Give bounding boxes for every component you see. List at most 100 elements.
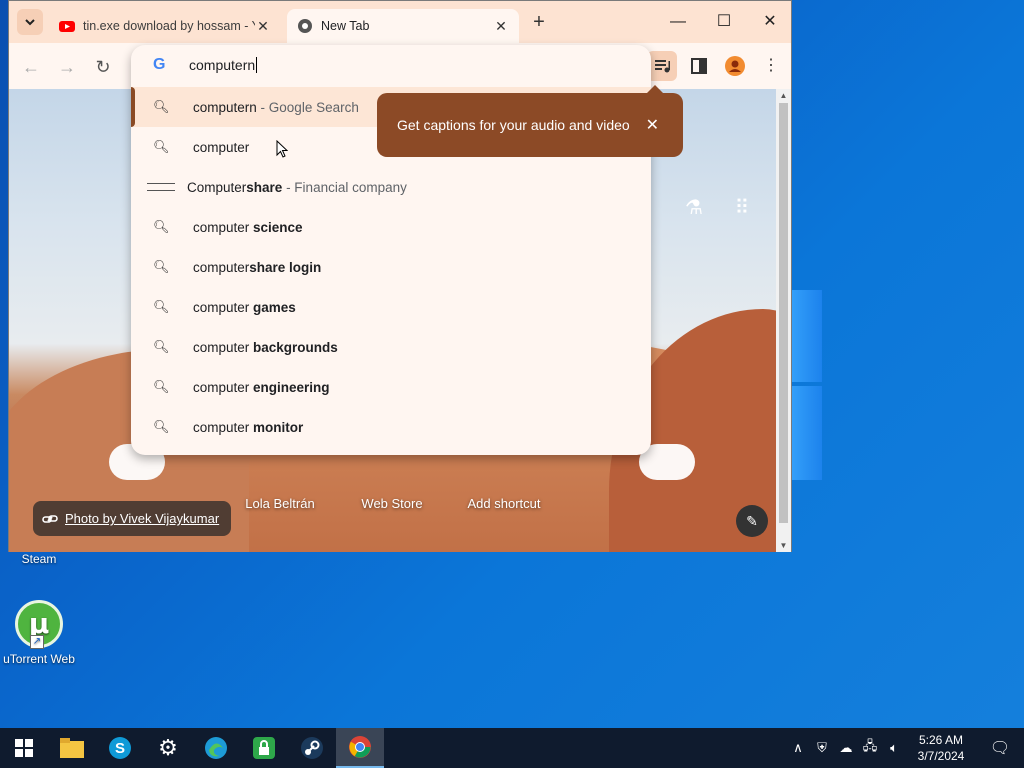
scrollbar-thumb[interactable] [779,103,788,523]
shield-icon[interactable]: ⛨ [810,740,834,756]
new-tab-button[interactable]: + [527,11,551,35]
close-tab-icon[interactable]: ✕ [255,18,271,35]
minimize-button[interactable]: — [655,7,701,37]
taskbar-settings[interactable]: ⚙ [144,728,192,768]
media-queue-icon [655,60,670,73]
pencil-icon: ✎ [746,513,758,529]
search-icon: 🔍︎ [153,379,170,394]
tab-youtube[interactable]: tin.exe download by hossam - YouTube ✕ [49,9,281,43]
apps-grid-icon[interactable]: ⠿ [727,193,757,223]
start-button[interactable] [0,728,48,768]
suggestion-bold: engineering [253,379,330,395]
gear-icon: ⚙ [158,735,178,760]
network-icon[interactable]: 🖧︎ [858,737,882,759]
suggestion-item[interactable]: 🔍︎ computer games [131,287,651,327]
shortcut-label: Web Store [361,496,423,511]
suggestion-text: computer [193,139,250,155]
cloud-offline-icon[interactable]: ☁ [834,740,858,756]
volume-icon[interactable]: 🔈︎ [882,740,906,756]
link-icon [42,514,58,523]
more-vertical-icon: ⋮ [763,57,779,74]
photo-credit-text: Photo by Vivek Vijaykumar [65,511,220,526]
mouse-cursor-icon [276,140,288,158]
back-button[interactable]: ← [17,53,45,81]
scroll-up-icon[interactable]: ▲ [776,91,791,100]
suggestion-desc: - Google Search [256,99,359,115]
chrome-icon [349,736,371,758]
system-tray: ∧ ⛨ ☁ 🖧︎ 🔈︎ 5:26 AM 3/7/2024 🗨︎ [786,728,1024,768]
scrollbar[interactable]: ▲ ▼ [776,89,791,552]
taskbar-edge[interactable] [192,728,240,768]
suggestion-text: computer [193,299,254,315]
taskbar-steam[interactable] [288,728,336,768]
avatar-icon [725,56,745,76]
taskbar-chrome[interactable] [336,728,384,768]
youtube-icon [59,21,75,32]
suggestion-item[interactable]: 🔍︎ computer monitor [131,407,651,447]
steam-icon [301,737,323,759]
shortcut-add[interactable]: Add shortcut [449,496,559,511]
menu-button[interactable]: ⋮ [756,51,786,81]
shortcut-label: Add shortcut [467,496,541,511]
clock-time: 5:26 AM [918,733,964,747]
shortcut-web-store[interactable]: Web Store [337,496,447,511]
close-icon[interactable]: ✕ [646,115,659,135]
desktop-icon-steam[interactable]: Steam [14,552,64,566]
close-tab-icon[interactable]: ✕ [493,18,509,35]
desktop-icon-utorrent[interactable]: µ ↗ uTorrent Web [2,600,76,666]
google-icon: G [153,56,166,73]
tab-search-button[interactable] [17,9,43,35]
side-panel-button[interactable] [684,51,714,81]
suggestion-desc: - Financial company [282,179,407,195]
chevron-down-icon [25,19,35,26]
suggestion-text: computer [193,419,254,435]
skype-icon: S [109,737,131,759]
suggestion-item[interactable]: 🔍︎ computer backgrounds [131,327,651,367]
desktop-icon-label: Steam [21,552,57,566]
omnibox-input[interactable]: G computern [131,45,651,85]
photo-credit-link[interactable]: Photo by Vivek Vijaykumar [33,501,232,536]
clock[interactable]: 5:26 AM 3/7/2024 [906,732,976,764]
customize-button[interactable]: ✎ [736,505,768,537]
forward-button[interactable]: → [53,53,81,81]
taskbar-lock-app[interactable] [240,728,288,768]
scroll-down-icon[interactable]: ▼ [776,541,791,550]
title-bar: tin.exe download by hossam - YouTube ✕ N… [9,1,791,43]
desktop-icon-label: uTorrent Web [3,652,75,666]
lock-icon [253,737,275,759]
tab-new-tab[interactable]: New Tab ✕ [287,9,519,43]
suggestion-item[interactable]: 🔍︎ computer share login [131,247,651,287]
omnibox-text: computern [189,57,256,73]
labs-icon[interactable]: ⚗ [679,193,709,223]
suggestion-text: Computer [187,179,247,195]
maximize-button[interactable]: ☐ [701,7,747,37]
suggestion-bold: science [253,219,303,235]
taskbar-skype[interactable]: S [96,728,144,768]
reading-mode-button[interactable] [647,51,677,81]
close-window-button[interactable]: ✕ [747,7,793,37]
shortcut-label: Lola Beltrán [245,496,315,511]
suggestion-item[interactable]: 🔍︎ computer engineering [131,367,651,407]
search-icon: 🔍︎ [153,339,170,354]
suggestion-bold: monitor [253,419,304,435]
suggestion-item[interactable]: 🔍︎ computer science [131,207,651,247]
profile-button[interactable] [720,51,750,81]
search-icon: 🔍︎ [153,419,170,434]
notification-icon[interactable]: 🗨︎ [976,738,1024,758]
suggestion-bold: share [246,179,283,195]
chevron-up-icon[interactable]: ∧ [786,740,810,756]
reload-button[interactable]: ↻ [89,53,117,81]
search-icon: 🔍︎ [153,139,170,154]
side-panel-icon [691,58,707,74]
suggestion-text: computer [193,219,254,235]
shortcut-lola-beltran[interactable]: Lola Beltrán [225,496,335,511]
taskbar-file-explorer[interactable] [48,728,96,768]
utorrent-icon: µ ↗ [15,600,63,649]
shortcut-arrow-icon: ↗ [30,635,44,649]
suggestion-item[interactable]: Computer share - Financial company [131,167,651,207]
suggestion-text: computern [193,99,257,115]
suggestion-bold: share login [249,259,322,275]
live-caption-tooltip: Get captions for your audio and video ✕ [377,85,683,157]
edge-icon [205,737,227,759]
windows-icon [15,739,33,757]
